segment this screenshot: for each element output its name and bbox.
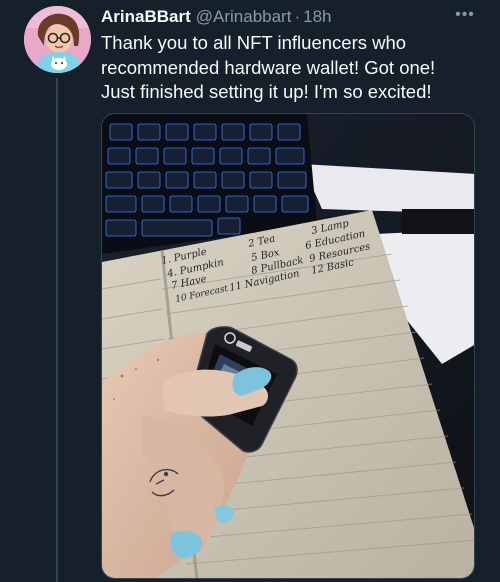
- tweet-text-line: recommended hardware wallet! Got one!: [101, 56, 436, 78]
- avatar-image: [24, 6, 91, 73]
- thread-line: [56, 78, 58, 582]
- separator: ·: [294, 7, 301, 26]
- tweet-photo[interactable]: 1. Purple 2 Tea 3 Lamp 4. Pumpkin 5 Box …: [101, 113, 475, 579]
- tweet-text: Thank you to all NFT influencers who rec…: [101, 31, 486, 105]
- tweet-text-line: Thank you to all NFT influencers who: [101, 32, 407, 53]
- tweet-text-line: Just finished setting it up! I'm so exci…: [101, 81, 432, 102]
- tweet[interactable]: ArinaBBart @Arinabbart · 18h ••• Thank y…: [0, 0, 500, 582]
- more-options-icon[interactable]: •••: [450, 4, 480, 26]
- avatar[interactable]: [24, 6, 91, 73]
- timestamp[interactable]: 18h: [303, 7, 331, 27]
- author-handle[interactable]: @Arinabbart: [196, 7, 292, 27]
- photo-illustration: 1. Purple 2 Tea 3 Lamp 4. Pumpkin 5 Box …: [102, 114, 474, 578]
- author-name[interactable]: ArinaBBart: [101, 7, 191, 27]
- tweet-header: ArinaBBart @Arinabbart · 18h •••: [101, 6, 480, 28]
- avatar-illustration: [24, 6, 91, 73]
